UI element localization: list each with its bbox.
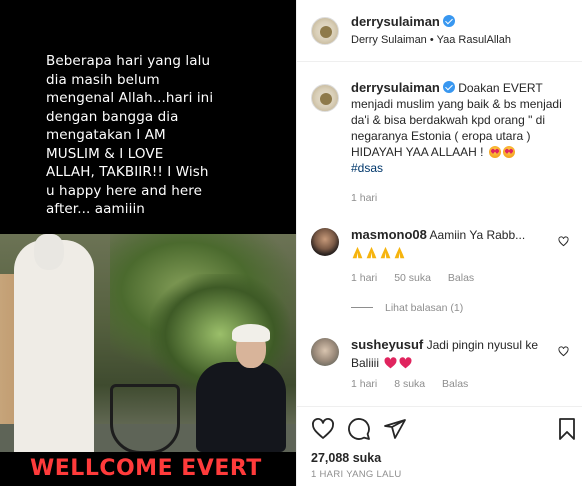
- comment-time[interactable]: 1 hari: [351, 378, 377, 390]
- comment-username[interactable]: susheyusuf: [351, 337, 423, 352]
- comment-likes[interactable]: 50 suka: [394, 272, 431, 284]
- verified-badge-icon: [442, 15, 455, 27]
- save-bookmark-icon[interactable]: [555, 417, 579, 441]
- reply-button[interactable]: Balas: [448, 272, 474, 284]
- comment-username[interactable]: masmono08: [351, 227, 427, 242]
- verified-badge-icon: [442, 81, 455, 93]
- author-subtitle[interactable]: Derry Sulaiman • Yaa RasulAllah: [351, 34, 511, 46]
- comment-bubble-icon[interactable]: [347, 417, 371, 441]
- red-heart-emoji-icon: [399, 357, 412, 369]
- like-heart-icon[interactable]: [311, 417, 335, 441]
- heart-eyes-emoji-icon: [488, 146, 501, 158]
- author-avatar[interactable]: [311, 17, 339, 45]
- post-date[interactable]: 1 HARI YANG LALU: [311, 469, 402, 480]
- comment-time[interactable]: 1 hari: [351, 272, 377, 284]
- caption-time[interactable]: 1 hari: [351, 190, 582, 206]
- praying-hands-emoji-icon: [380, 246, 391, 259]
- praying-hands-emoji-icon: [394, 246, 405, 259]
- comment-text: Aamiin Ya Rabb...: [429, 228, 526, 242]
- man-in-white-robe: [14, 240, 94, 470]
- praying-hands-emoji-icon: [352, 246, 363, 259]
- comment-avatar[interactable]: [311, 228, 339, 256]
- author-username[interactable]: derrysulaiman: [351, 14, 440, 29]
- instagram-post: Beberapa hari yang lalu dia masih belum …: [0, 0, 582, 486]
- media-overlay-text: Beberapa hari yang lalu dia masih belum …: [46, 53, 214, 217]
- media-banner-text: WELLCOME EVERT: [30, 456, 262, 481]
- post-actions: 27,088 suka 1 HARI YANG LALU: [297, 406, 582, 486]
- caption-username[interactable]: derrysulaiman: [351, 80, 440, 95]
- praying-hands-emoji-icon: [366, 246, 377, 259]
- post-header: derrysulaiman Derry Sulaiman • Yaa Rasul…: [297, 0, 582, 62]
- post-media[interactable]: Beberapa hari yang lalu dia masih belum …: [0, 0, 296, 486]
- likes-count[interactable]: 27,088 suka: [311, 451, 381, 465]
- man-in-black-shirt: [196, 362, 286, 452]
- reply-button[interactable]: Balas: [442, 378, 468, 390]
- comment-avatar[interactable]: [311, 338, 339, 366]
- comment-likes[interactable]: 8 suka: [394, 378, 425, 390]
- heart-eyes-emoji-icon: [502, 146, 515, 158]
- view-replies-button[interactable]: Lihat balasan (1): [351, 302, 463, 314]
- red-heart-emoji-icon: [384, 357, 397, 369]
- hashtag-link[interactable]: #dsas: [351, 161, 383, 175]
- caption-avatar[interactable]: [311, 84, 339, 112]
- like-comment-heart-icon[interactable]: [558, 346, 569, 357]
- post-photo: [0, 234, 296, 486]
- like-comment-heart-icon[interactable]: [558, 236, 569, 247]
- share-send-icon[interactable]: [383, 417, 407, 441]
- chair: [110, 384, 180, 454]
- post-side-panel: derrysulaiman Derry Sulaiman • Yaa Rasul…: [296, 0, 582, 486]
